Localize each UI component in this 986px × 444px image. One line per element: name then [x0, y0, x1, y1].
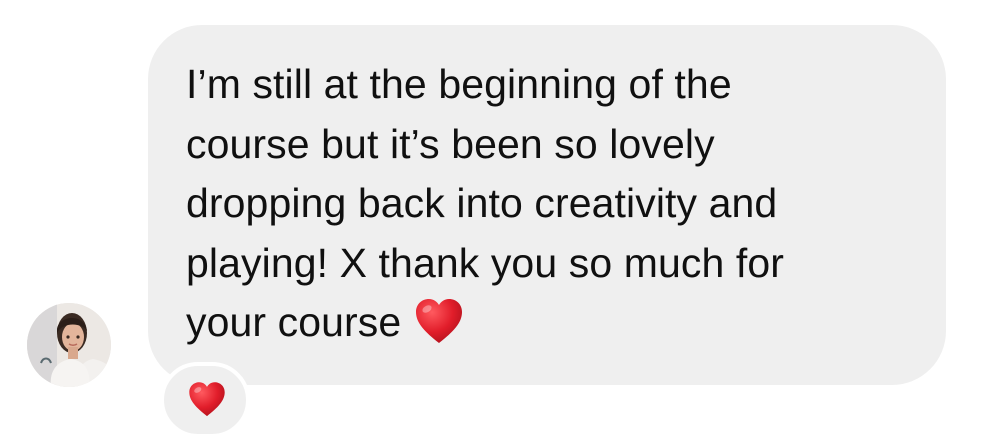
message-text: I’m still at the beginning of the course… [186, 55, 926, 353]
avatar-photo [27, 303, 111, 387]
message-line: I’m still at the beginning of the [186, 61, 732, 107]
message-bubble[interactable]: I’m still at the beginning of the course… [148, 25, 946, 385]
heart-reaction[interactable] [160, 362, 250, 438]
sender-avatar[interactable] [27, 303, 111, 387]
message-line: dropping back into creativity and [186, 180, 778, 226]
heart-emoji-icon [416, 299, 463, 343]
message-line: your course [186, 299, 402, 345]
heart-reaction-icon [189, 382, 225, 417]
message-line: playing! X thank you so much for [186, 239, 785, 286]
message-line: course but it’s been so lovely [186, 120, 715, 167]
